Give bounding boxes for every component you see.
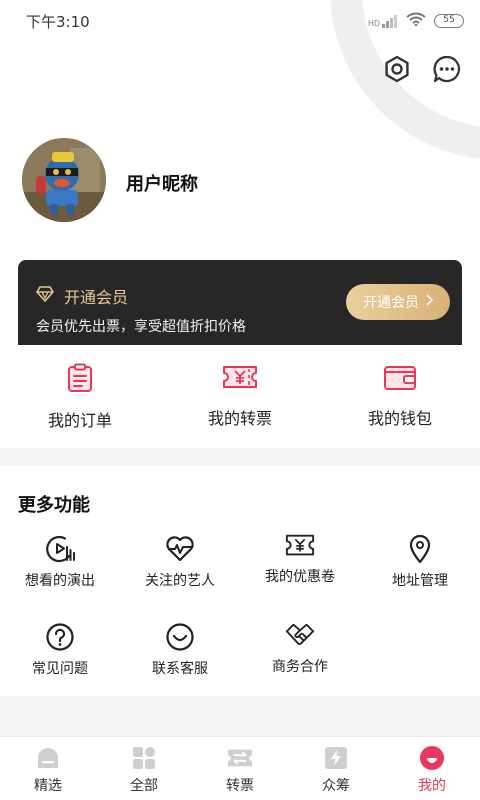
tab-transfer[interactable]: 转票	[192, 737, 288, 800]
my-wallet-label: 我的钱包	[367, 409, 432, 428]
home-icon	[35, 745, 61, 771]
address-management-label: 地址管理	[392, 573, 448, 589]
tab-all-label: 全部	[130, 778, 158, 794]
lightning-icon	[323, 745, 349, 771]
open-vip-button[interactable]: 开通会员	[346, 284, 450, 320]
more-functions-section: 更多功能 想看的演出 关注的艺人 我的优惠卷 地址管理 常见问题 联系客服 商务…	[0, 466, 480, 696]
watch-show-label: 想看的演出	[25, 573, 95, 589]
network-icon: HD	[368, 14, 398, 28]
status-icons: HD 55	[368, 11, 464, 30]
heart-pulse-icon	[165, 534, 195, 564]
followed-artists-label: 关注的艺人	[145, 573, 215, 589]
profile-icon	[419, 745, 445, 771]
coupon-icon	[285, 530, 315, 560]
status-time: 下午3:10	[26, 13, 90, 31]
address-management-item[interactable]: 地址管理	[360, 534, 480, 590]
location-icon	[405, 534, 435, 564]
quick-actions: 我的订单 我的转票 我的钱包	[0, 345, 480, 448]
order-icon	[66, 363, 94, 397]
open-vip-button-label: 开通会员	[363, 295, 419, 311]
tab-transfer-label: 转票	[226, 778, 254, 794]
battery-icon: 55	[434, 13, 464, 28]
ticket-transfer-icon	[222, 363, 258, 395]
business-cooperation-item[interactable]: 商务合作	[240, 620, 360, 676]
status-bar: 下午3:10 HD 55	[0, 0, 480, 40]
transfer-icon	[227, 745, 253, 771]
nickname[interactable]: 用户昵称	[126, 170, 198, 196]
tab-bar: 精选 全部 转票 众筹 我的	[0, 736, 480, 800]
tab-mine[interactable]: 我的	[384, 737, 480, 800]
followed-artists-item[interactable]: 关注的艺人	[120, 534, 240, 590]
header-area: 下午3:10 HD 55 用户昵称 开通会员 会员优先出票，享受超值折扣价格 开…	[0, 0, 480, 350]
my-transfers-button[interactable]: 我的转票	[160, 345, 320, 448]
vip-description: 会员优先出票，享受超值折扣价格	[36, 319, 246, 335]
watch-show-item[interactable]: 想看的演出	[0, 534, 120, 590]
tab-featured[interactable]: 精选	[0, 737, 96, 800]
more-functions-title: 更多功能	[18, 495, 90, 516]
top-actions	[382, 54, 462, 84]
avatar[interactable]	[22, 138, 106, 222]
business-cooperation-label: 商务合作	[272, 659, 328, 675]
tab-mine-label: 我的	[418, 778, 446, 794]
my-orders-label: 我的订单	[47, 411, 112, 430]
customer-service-item[interactable]: 联系客服	[120, 622, 240, 678]
tab-featured-label: 精选	[34, 778, 62, 794]
diamond-icon	[36, 286, 54, 306]
tab-crowdfunding-label: 众筹	[322, 778, 350, 794]
question-icon	[45, 622, 75, 652]
wifi-icon	[406, 11, 426, 30]
settings-icon[interactable]	[382, 54, 412, 84]
watch-show-icon	[45, 534, 75, 564]
tab-all[interactable]: 全部	[96, 737, 192, 800]
my-orders-button[interactable]: 我的订单	[0, 345, 160, 448]
wallet-icon	[383, 363, 417, 395]
my-coupons-label: 我的优惠卷	[265, 569, 335, 585]
handshake-icon	[285, 620, 315, 650]
faq-label: 常见问题	[32, 661, 88, 677]
vip-title-row: 开通会员	[36, 284, 128, 308]
message-icon[interactable]	[432, 54, 462, 84]
vip-card[interactable]: 开通会员 会员优先出票，享受超值折扣价格 开通会员	[18, 260, 462, 350]
customer-service-label: 联系客服	[152, 661, 208, 677]
my-transfers-label: 我的转票	[207, 409, 272, 428]
smile-icon	[165, 622, 195, 652]
faq-item[interactable]: 常见问题	[0, 622, 120, 678]
tab-crowdfunding[interactable]: 众筹	[288, 737, 384, 800]
vip-title: 开通会员	[64, 288, 129, 307]
network-type-label: HD	[367, 18, 380, 28]
grid-icon	[131, 745, 157, 771]
my-wallet-button[interactable]: 我的钱包	[320, 345, 480, 448]
my-coupons-item[interactable]: 我的优惠卷	[240, 530, 360, 586]
chevron-right-icon	[425, 294, 434, 310]
